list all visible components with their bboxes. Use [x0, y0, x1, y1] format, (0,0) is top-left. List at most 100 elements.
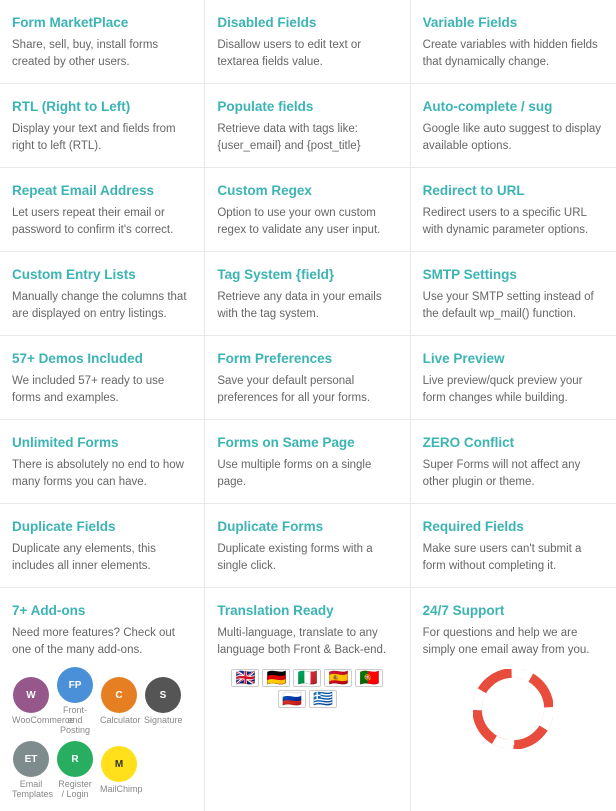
feature-title-16: Forms on Same Page — [217, 434, 397, 452]
addon-icon-circle-0: W — [13, 677, 49, 713]
feature-cell-12: 57+ Demos IncludedWe included 57+ ready … — [0, 336, 205, 420]
feature-title-3: RTL (Right to Left) — [12, 98, 192, 116]
flag-2: 🇮🇹 — [293, 669, 321, 687]
feature-cell-6: Repeat Email Address Let users repeat the… — [0, 168, 205, 252]
feature-desc-15: There is absolutely no end to how many f… — [12, 457, 192, 492]
feature-title-13: Form Preferences — [217, 350, 397, 368]
translation-cell: Translation Ready Multi-language, transl… — [205, 588, 410, 811]
feature-title-11: SMTP Settings — [423, 266, 604, 284]
feature-desc-18: Duplicate any elements, this includes al… — [12, 541, 192, 576]
feature-cell-7: Custom Regex Option to use your own custo… — [205, 168, 410, 252]
feature-desc-1: Disallow users to edit text or textarea … — [217, 37, 397, 72]
addon-icon-circle-2: C — [101, 677, 137, 713]
addon-icon-5: RRegister / Login — [56, 741, 94, 799]
addon-icon-1: FPFront-end Posting — [56, 667, 94, 735]
feature-desc-16: Use multiple forms on a single page. — [217, 457, 397, 492]
bottom-section: 7+ Add-ons Need more features? Check out… — [0, 588, 616, 811]
feature-desc-10: Retrieve any data in your emails with th… — [217, 289, 397, 324]
addon-icon-2: C Calculator — [100, 677, 138, 725]
feature-title-14: Live Preview — [423, 350, 604, 368]
feature-cell-8: Redirect to URL Redirect users to a speci… — [411, 168, 616, 252]
addon-icon-label-5: Register / Login — [56, 779, 94, 799]
feature-title-5: Auto-complete / sug — [423, 98, 604, 116]
feature-desc-19: Duplicate existing forms with a single c… — [217, 541, 397, 576]
addons-icons-row: W WooCommerce FPFront-end PostingC Calculat… — [12, 667, 192, 799]
feature-desc-20: Make sure users can't submit a form with… — [423, 541, 604, 576]
addon-icon-label-0: WooCommerce — [12, 715, 50, 725]
feature-cell-3: RTL (Right to Left) Display your text and… — [0, 84, 205, 168]
addon-icon-label-4: Email Templates — [12, 779, 50, 799]
feature-desc-11: Use your SMTP setting instead of the def… — [423, 289, 604, 324]
feature-title-15: Unlimited Forms — [12, 434, 192, 452]
feature-cell-0: Form MarketPlaceShare, sell, buy, instal… — [0, 0, 205, 84]
feature-title-0: Form MarketPlace — [12, 14, 192, 32]
support-desc: For questions and help we are simply one… — [423, 625, 604, 660]
support-cell: 24/7 Support For questions and help we a… — [411, 588, 616, 811]
addon-icon-circle-1: FP — [57, 667, 93, 703]
feature-desc-7: Option to use your own custom regex to v… — [217, 205, 397, 240]
addon-icon-label-6: MailChimp — [100, 784, 138, 794]
feature-cell-9: Custom Entry Lists Manually change the co… — [0, 252, 205, 336]
feature-title-20: Required Fields — [423, 518, 604, 536]
addon-icon-label-1: Front-end Posting — [56, 705, 94, 735]
feature-desc-3: Display your text and fields from right … — [12, 121, 192, 156]
feature-title-2: Variable Fields — [423, 14, 604, 32]
feature-cell-15: Unlimited Forms There is absolutely no en… — [0, 420, 205, 504]
feature-desc-4: Retrieve data with tags like: {user_emai… — [217, 121, 397, 156]
addon-icon-circle-4: ET — [13, 741, 49, 777]
addon-icon-3: S Signature — [144, 677, 182, 725]
lifesaver-icon — [473, 669, 553, 749]
flags-row: 🇬🇧🇩🇪🇮🇹🇪🇸🇵🇹 🇷🇺🇬🇷 — [217, 669, 397, 708]
feature-cell-13: Form Preferences Save your default person… — [205, 336, 410, 420]
feature-title-7: Custom Regex — [217, 182, 397, 200]
feature-cell-4: Populate fields Retrieve data with tags l… — [205, 84, 410, 168]
flag-6: 🇬🇷 — [309, 690, 337, 708]
flag-3: 🇪🇸 — [324, 669, 352, 687]
feature-desc-2: Create variables with hidden fields that… — [423, 37, 604, 72]
feature-title-6: Repeat Email Address — [12, 182, 192, 200]
addon-icon-circle-6: M — [101, 746, 137, 782]
feature-title-10: Tag System {field} — [217, 266, 397, 284]
feature-title-9: Custom Entry Lists — [12, 266, 192, 284]
feature-title-4: Populate fields — [217, 98, 397, 116]
addon-icon-label-3: Signature — [144, 715, 182, 725]
feature-desc-12: We included 57+ ready to use forms and e… — [12, 373, 192, 408]
feature-desc-8: Redirect users to a specific URL with dy… — [423, 205, 604, 240]
translation-title: Translation Ready — [217, 602, 397, 620]
support-title: 24/7 Support — [423, 602, 604, 620]
addons-desc: Need more features? Check out one of the… — [12, 625, 192, 660]
features-grid: Form MarketPlaceShare, sell, buy, instal… — [0, 0, 616, 588]
feature-cell-11: SMTP Settings Use your SMTP setting inste… — [411, 252, 616, 336]
addon-icon-circle-3: S — [145, 677, 181, 713]
flag-4: 🇵🇹 — [355, 669, 383, 687]
feature-title-19: Duplicate Forms — [217, 518, 397, 536]
feature-title-8: Redirect to URL — [423, 182, 604, 200]
feature-desc-13: Save your default personal preferences f… — [217, 373, 397, 408]
feature-title-18: Duplicate Fields — [12, 518, 192, 536]
feature-cell-20: Required Fields Make sure users can't sub… — [411, 504, 616, 588]
feature-desc-17: Super Forms will not affect any other pl… — [423, 457, 604, 492]
feature-cell-2: Variable Fields Create variables with hid… — [411, 0, 616, 84]
feature-desc-14: Live preview/quck preview your form chan… — [423, 373, 604, 408]
addon-icon-circle-5: R — [57, 741, 93, 777]
feature-cell-14: Live Preview Live preview/quck preview yo… — [411, 336, 616, 420]
feature-desc-5: Google like auto suggest to display avai… — [423, 121, 604, 156]
feature-cell-10: Tag System {field} Retrieve any data in y… — [205, 252, 410, 336]
flag-5: 🇷🇺 — [278, 690, 306, 708]
feature-title-1: Disabled Fields — [217, 14, 397, 32]
feature-cell-16: Forms on Same Page Use multiple forms on … — [205, 420, 410, 504]
feature-desc-6: Let users repeat their email or password… — [12, 205, 192, 240]
flag-0: 🇬🇧 — [231, 669, 259, 687]
feature-cell-19: Duplicate Forms Duplicate existing forms … — [205, 504, 410, 588]
addons-title: 7+ Add-ons — [12, 602, 192, 620]
feature-cell-17: ZERO ConflictSuper Forms will not affect… — [411, 420, 616, 504]
addon-icon-0: W WooCommerce — [12, 677, 50, 725]
addons-cell: 7+ Add-ons Need more features? Check out… — [0, 588, 205, 811]
addon-icon-6: M MailChimp — [100, 746, 138, 794]
addon-icon-4: ETEmail Templates — [12, 741, 50, 799]
translation-desc: Multi-language, translate to any languag… — [217, 625, 397, 660]
flag-1: 🇩🇪 — [262, 669, 290, 687]
feature-desc-9: Manually change the columns that are dis… — [12, 289, 192, 324]
feature-cell-1: Disabled Fields Disallow users to edit te… — [205, 0, 410, 84]
addon-icon-label-2: Calculator — [100, 715, 138, 725]
